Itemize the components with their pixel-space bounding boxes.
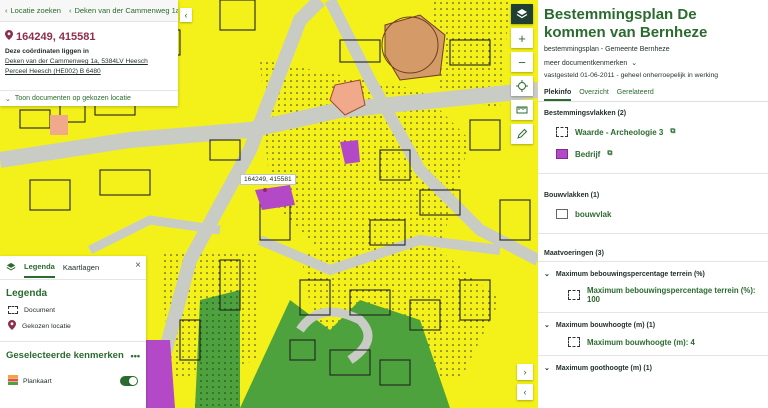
- previous-button[interactable]: ‹: [517, 384, 533, 400]
- chevron-left-icon: ‹: [523, 387, 527, 397]
- tab-legenda[interactable]: Legenda: [24, 257, 55, 278]
- coordinates-title: 164249, 415581: [0, 22, 178, 47]
- section-bestemmingsvlakken: Bestemmingsvlakken (2) Waarde - Archeolo…: [538, 102, 768, 174]
- section-bouwvlakken: Bouwvlakken (1) bouwvlak: [538, 184, 768, 234]
- more-document-properties[interactable]: meer documentkenmerken ⌄: [538, 53, 768, 68]
- current-location-crumb[interactable]: ‹ Deken van der Cammenweg 1a, 5...: [69, 6, 178, 15]
- maatvoering-group-toggle[interactable]: ⌄ Maximum goothoogte (m) (1): [538, 355, 768, 376]
- legend-item-document: Document: [0, 303, 146, 317]
- show-documents-toggle[interactable]: ⌄ Toon documenten op gekozen locatie: [0, 90, 178, 106]
- dashed-swatch-icon: [568, 290, 580, 300]
- section-heading: Bouwvlakken (1): [544, 192, 600, 199]
- tab-kaartlagen[interactable]: Kaartlagen: [63, 258, 99, 277]
- legend-panel: Legenda Kaartlagen × Legenda Document Ge…: [0, 256, 146, 408]
- map-coordinate-label: 164249, 415581: [240, 174, 296, 185]
- chevron-down-icon: ⌄: [544, 322, 550, 329]
- list-item[interactable]: bouwvlak: [538, 203, 768, 233]
- page-title: Bestemmingsplan De kommen van Bernheze: [544, 6, 708, 41]
- layers-button[interactable]: [511, 4, 533, 24]
- chevron-left-icon: ‹: [68, 6, 72, 15]
- section-heading: Maatvoeringen (3): [544, 250, 604, 257]
- map-layer-icon: [8, 375, 18, 387]
- stack-icon: [6, 262, 16, 274]
- locate-button[interactable]: [511, 76, 533, 96]
- chevron-down-icon: ⌄: [631, 60, 638, 67]
- collapse-panel-button[interactable]: ‹: [180, 8, 192, 22]
- list-item[interactable]: Maximum bebouwingspercentage terrein (%)…: [538, 282, 768, 312]
- plankaart-toggle[interactable]: [120, 376, 138, 386]
- breadcrumb: ‹ Locatie zoeken ‹ Deken van der Cammenw…: [0, 0, 178, 22]
- zoom-out-button[interactable]: −: [511, 52, 533, 72]
- location-details: Deze coördinaten liggen in Deken van der…: [0, 47, 178, 77]
- chevron-down-icon: ⌄: [544, 271, 550, 278]
- tab-plekinfo[interactable]: Plekinfo: [544, 86, 572, 101]
- section-maatvoeringen: Maatvoeringen (3) ⌄ Maximum bebouwingspe…: [538, 242, 768, 376]
- measure-button[interactable]: [511, 100, 533, 120]
- legend-title: Legenda: [6, 288, 48, 299]
- pencil-icon: [516, 128, 528, 140]
- outline-swatch-icon: [556, 209, 568, 219]
- list-item[interactable]: Maximum bouwhoogte (m): 4: [538, 333, 768, 355]
- chevron-left-icon: ‹: [5, 6, 8, 15]
- ruler-icon: [516, 104, 528, 116]
- tab-overzicht[interactable]: Overzicht: [579, 86, 609, 101]
- crosshair-icon: [516, 80, 528, 92]
- plankaart-row: Plankaart: [0, 365, 146, 387]
- draw-button[interactable]: [511, 124, 533, 144]
- external-link-icon[interactable]: ⧉: [670, 128, 675, 136]
- purple-swatch-icon: [556, 149, 568, 159]
- address-link[interactable]: Deken van der Cammenweg 1a, 5384LV Heesc…: [5, 57, 173, 67]
- panel-tabs: Plekinfo Overzicht Gerelateerd: [538, 86, 768, 102]
- external-link-icon[interactable]: ⧉: [607, 150, 612, 158]
- layers-icon: [516, 8, 528, 20]
- chevron-down-icon: ⌄: [5, 95, 11, 103]
- map-toolbar: + −: [511, 4, 533, 144]
- list-item[interactable]: Waarde - Archeologie 3 ⧉: [538, 121, 768, 143]
- maatvoering-group-toggle[interactable]: ⌄ Maximum bebouwingspercentage terrein (…: [538, 261, 768, 282]
- plus-icon: +: [518, 30, 526, 46]
- zoom-in-button[interactable]: +: [511, 28, 533, 48]
- document-subtitle: bestemmingsplan - Gemeente Bernheze: [544, 46, 670, 53]
- document-status: vastgesteld 01-06-2011 - geheel onherroe…: [544, 72, 719, 79]
- location-card: ‹ Locatie zoeken ‹ Deken van der Cammenw…: [0, 0, 178, 106]
- legend-item-location: Gekozen locatie: [0, 317, 146, 335]
- chevron-down-icon: ⌄: [544, 365, 550, 372]
- section-heading: Bestemmingsvlakken (2): [544, 110, 627, 117]
- chevron-left-icon: ‹: [184, 10, 188, 20]
- tab-gerelateerd[interactable]: Gerelateerd: [617, 86, 654, 101]
- chevron-right-icon: ›: [523, 367, 527, 377]
- next-button[interactable]: ›: [517, 364, 533, 380]
- dashed-box-icon: [8, 306, 18, 314]
- close-icon[interactable]: ×: [135, 260, 141, 271]
- map-pager: › ‹: [517, 364, 533, 400]
- selected-features-header: Geselecteerde kenmerken •••: [0, 341, 146, 365]
- legend-tabs: Legenda Kaartlagen: [0, 256, 146, 280]
- location-heading: Deze coördinaten liggen in: [5, 48, 89, 55]
- parcel-link[interactable]: Perceel Heesch (HE002) B 6480: [5, 67, 173, 77]
- list-item[interactable]: Bedrijf ⧉: [538, 143, 768, 173]
- map-pin-icon: [8, 320, 16, 332]
- dashed-swatch-icon: [556, 127, 568, 137]
- minus-icon: −: [518, 54, 526, 70]
- more-options-icon[interactable]: •••: [131, 351, 140, 361]
- document-panel: Bestemmingsplan De kommen van Bernheze b…: [538, 0, 768, 408]
- map-pin-icon: [5, 30, 13, 43]
- back-to-search-link[interactable]: ‹ Locatie zoeken: [5, 6, 61, 15]
- dashed-swatch-icon: [568, 337, 580, 347]
- maatvoering-group-toggle[interactable]: ⌄ Maximum bouwhoogte (m) (1): [538, 312, 768, 333]
